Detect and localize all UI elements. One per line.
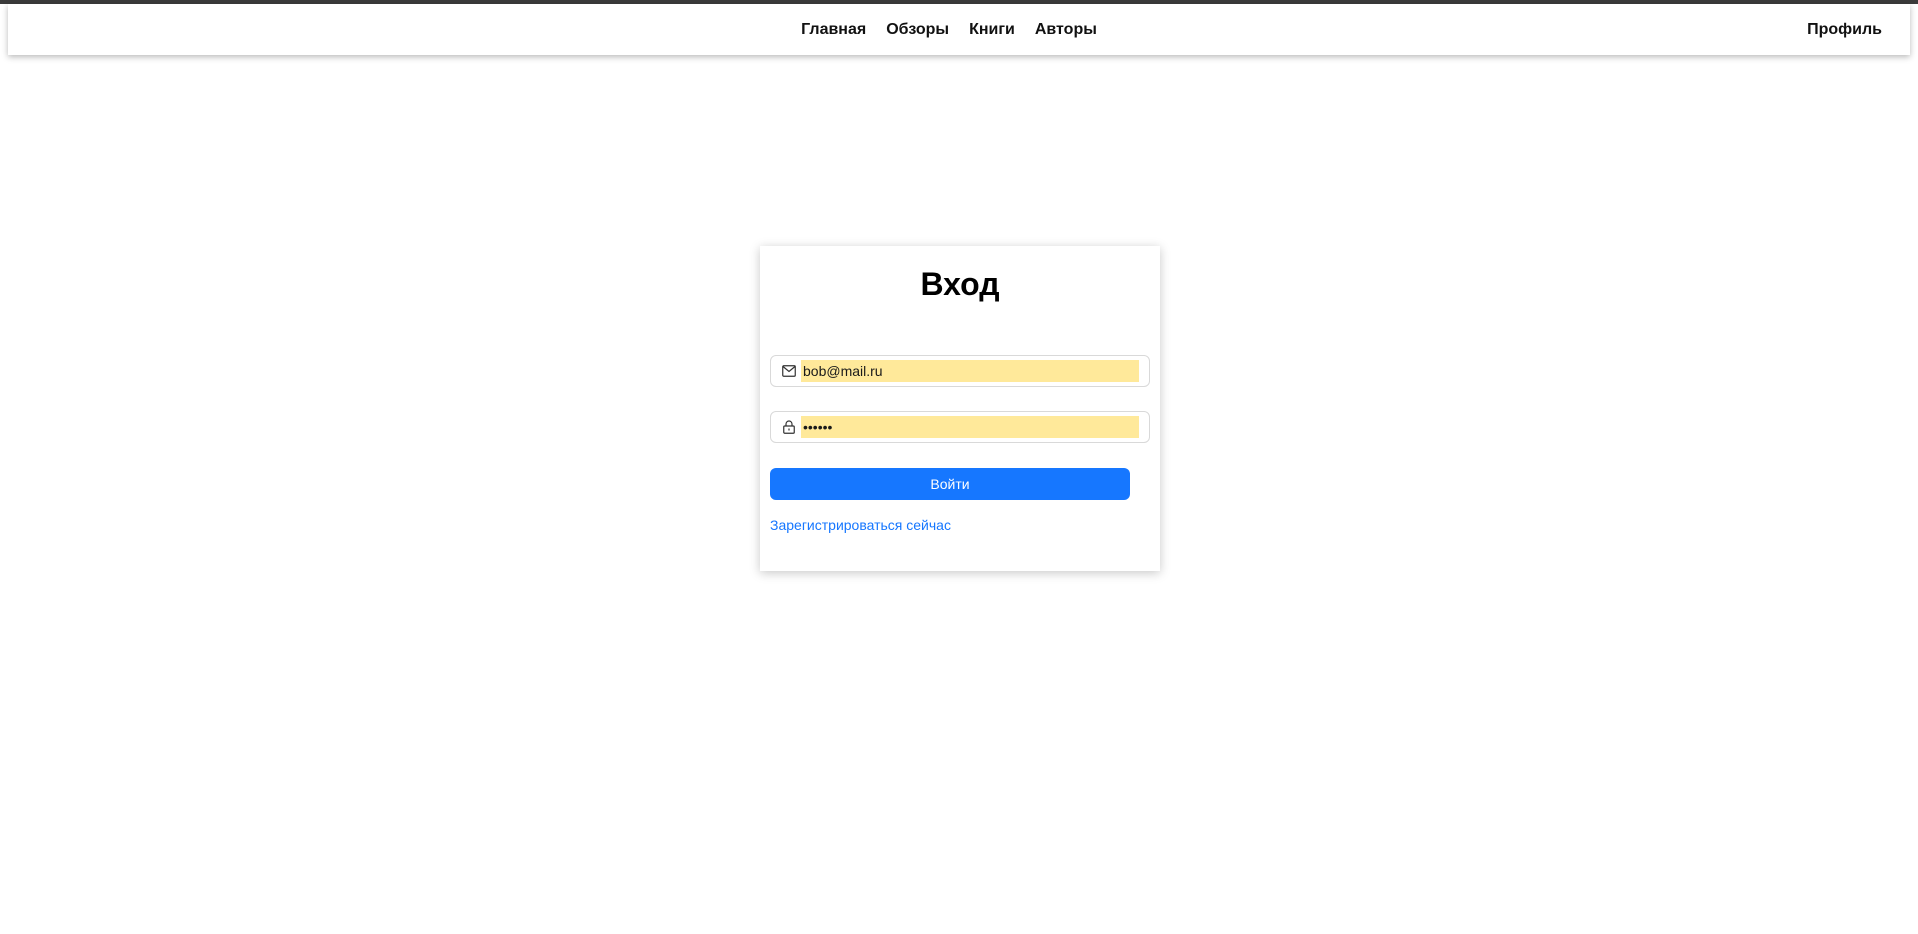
email-input[interactable] [801,360,1139,382]
main-menu: Главная Обзоры Книги Авторы [8,4,1910,55]
nav-link-profile[interactable]: Профиль [1807,4,1882,55]
nav-link-books[interactable]: Книги [969,21,1015,39]
password-field[interactable] [770,411,1150,443]
nav-link-home[interactable]: Главная [801,21,866,39]
register-link[interactable]: Зарегистрироваться сейчас [770,517,951,533]
nav-link-authors[interactable]: Авторы [1035,21,1097,39]
password-input[interactable] [801,416,1139,438]
mail-icon [781,363,797,379]
top-navbar: Главная Обзоры Книги Авторы Профиль [8,4,1910,55]
login-button[interactable]: Войти [770,468,1130,500]
lock-icon [781,419,797,435]
email-field[interactable] [770,355,1150,387]
login-card: Вход Войти Зарегистрироваться сейчас [760,246,1160,571]
login-title: Вход [920,266,1000,302]
nav-link-reviews[interactable]: Обзоры [886,21,949,39]
